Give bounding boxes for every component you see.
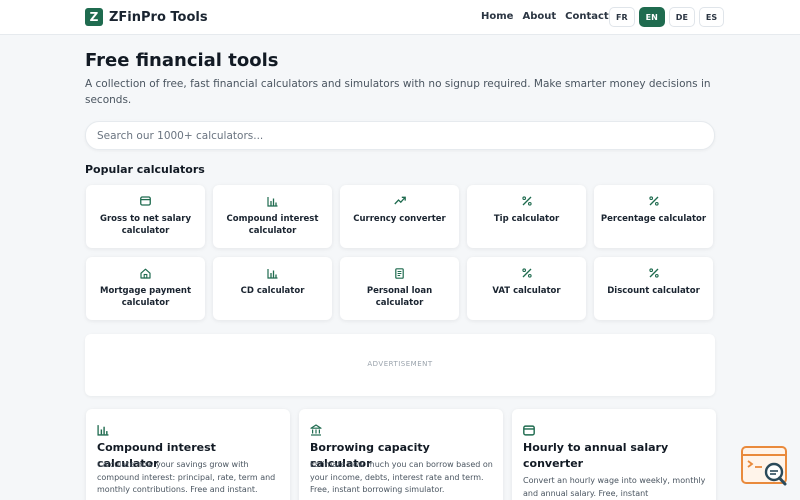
tile-discount-calculator[interactable]: Discount calculator	[594, 257, 713, 320]
tile-gross-to-net[interactable]: Gross to net salary calculator	[86, 185, 205, 248]
advertisement-label: ADVERTISEMENT	[367, 360, 433, 368]
tile-label: Discount calculator	[607, 286, 700, 296]
wallet-icon	[86, 196, 205, 208]
bar-chart-icon	[213, 268, 332, 280]
page-title: Free financial tools	[85, 50, 279, 71]
search-input[interactable]	[85, 121, 715, 150]
tile-label: Gross to net salary calculator	[100, 214, 191, 236]
feature-card-description: Calculate how your savings grow with com…	[97, 460, 276, 494]
popular-section-title: Popular calculators	[85, 163, 205, 176]
advertisement-slot: ADVERTISEMENT	[85, 334, 715, 396]
bar-chart-icon	[213, 196, 332, 208]
tile-label: VAT calculator	[492, 286, 561, 296]
logo-mark-icon: Z	[85, 8, 103, 26]
document-icon	[340, 268, 459, 280]
language-switcher: FR EN DE ES	[609, 7, 725, 27]
feature-card-hourly-salary[interactable]: Hourly to annual salary converter Conver…	[512, 409, 716, 500]
percent-icon	[467, 268, 586, 280]
percent-icon	[467, 196, 586, 208]
brand-name: ZFinPro Tools	[109, 9, 208, 25]
page-subtitle: A collection of free, fast financial cal…	[85, 78, 711, 106]
wallet-icon	[523, 421, 535, 440]
bank-icon	[310, 421, 322, 440]
percent-icon	[594, 196, 713, 208]
tile-label: Mortgage payment calculator	[99, 286, 192, 308]
nav-contact-link[interactable]: Contact	[565, 11, 609, 22]
lang-fr-button[interactable]: FR	[609, 7, 635, 27]
tile-label: CD calculator	[240, 286, 305, 296]
lang-en-button[interactable]: EN	[638, 7, 665, 27]
lang-de-button[interactable]: DE	[668, 7, 695, 27]
bar-chart-icon	[97, 421, 109, 440]
tile-label: Percentage calculator	[600, 214, 707, 224]
tile-label: Compound interest calculator	[226, 214, 319, 236]
percent-icon	[594, 268, 713, 280]
main-nav: Home About Contact	[481, 11, 609, 22]
lang-es-button[interactable]: ES	[698, 7, 725, 27]
home-icon	[86, 268, 205, 280]
feature-card-description: Convert an hourly wage into weekly, mont…	[523, 476, 706, 498]
tile-mortgage-payment[interactable]: Mortgage payment calculator	[86, 257, 205, 320]
brand-logo[interactable]: Z ZFinPro Tools	[85, 8, 208, 26]
feature-card-description: Estimate how much you can borrow based o…	[310, 460, 493, 494]
nav-home-link[interactable]: Home	[481, 11, 513, 22]
tile-personal-loan[interactable]: Personal loan calculator	[340, 257, 459, 320]
nav-about-link[interactable]: About	[522, 11, 556, 22]
search-help-widget-icon[interactable]	[740, 445, 788, 489]
tile-percentage-calculator[interactable]: Percentage calculator	[594, 185, 713, 248]
tile-currency-converter[interactable]: Currency converter	[340, 185, 459, 248]
tile-label: Personal loan calculator	[366, 286, 433, 308]
trending-up-icon	[340, 196, 459, 208]
tile-label: Currency converter	[353, 214, 446, 224]
feature-card-title: Hourly to annual salary converter	[523, 441, 669, 470]
feature-card-compound-interest[interactable]: Compound interest calculator Calculate h…	[86, 409, 290, 500]
tile-compound-interest[interactable]: Compound interest calculator	[213, 185, 332, 248]
tile-tip-calculator[interactable]: Tip calculator	[467, 185, 586, 248]
top-header: Z ZFinPro Tools Home About Contact FR EN…	[0, 0, 800, 35]
tile-cd-calculator[interactable]: CD calculator	[213, 257, 332, 320]
tile-vat-calculator[interactable]: VAT calculator	[467, 257, 586, 320]
tile-label: Tip calculator	[493, 214, 560, 224]
feature-card-borrowing-capacity[interactable]: Borrowing capacity calculator Estimate h…	[299, 409, 503, 500]
